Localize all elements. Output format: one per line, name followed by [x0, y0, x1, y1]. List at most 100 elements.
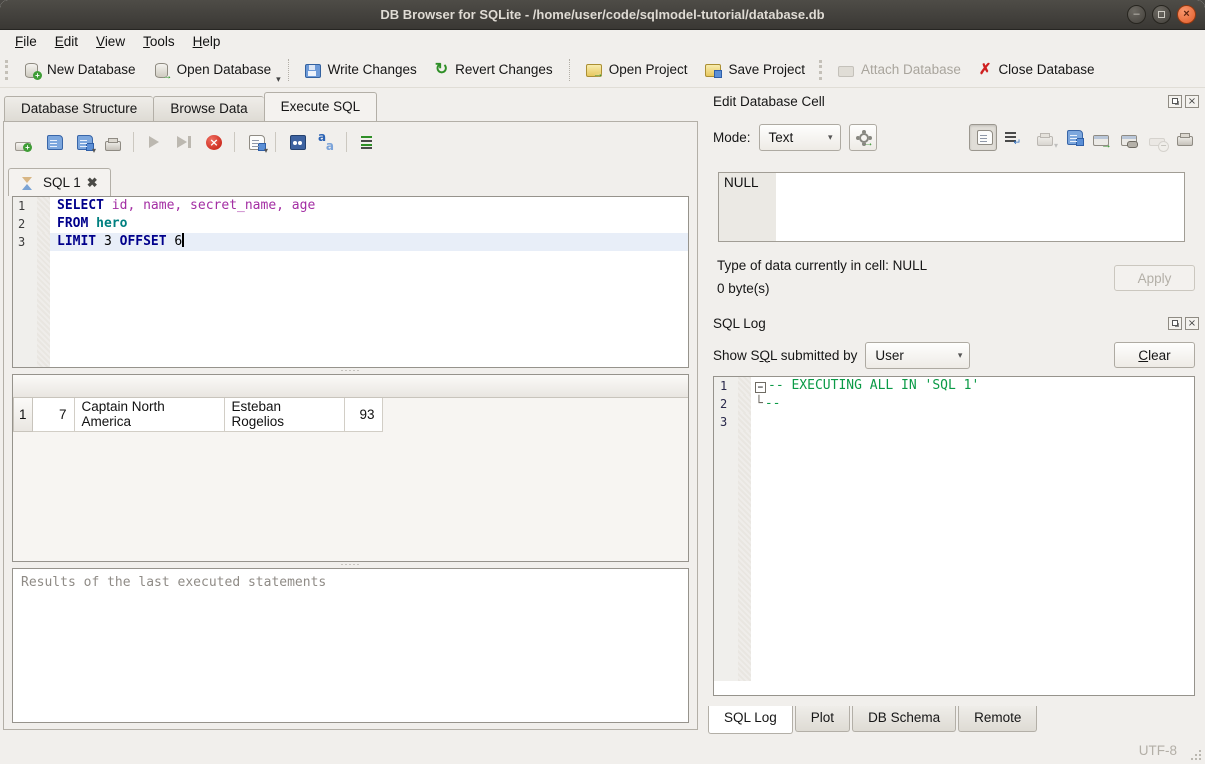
- find-button[interactable]: [283, 129, 309, 155]
- copy-link-button[interactable]: [1115, 124, 1143, 151]
- toolbar-grip[interactable]: [819, 60, 824, 80]
- print-cell-button[interactable]: [1171, 124, 1199, 151]
- dock-tab-plot[interactable]: Plot: [795, 706, 850, 732]
- dock-tab-remote[interactable]: Remote: [958, 706, 1037, 732]
- menu-edit[interactable]: Edit: [46, 32, 87, 51]
- menu-help[interactable]: Help: [184, 32, 230, 51]
- fold-collapse-icon[interactable]: −: [755, 382, 766, 393]
- new-database-button[interactable]: + New Database: [15, 58, 145, 82]
- sql-1-tab[interactable]: SQL 1 ✖: [8, 168, 111, 196]
- new-sql-tab-button[interactable]: +: [10, 129, 36, 155]
- cell-id[interactable]: 7: [32, 397, 74, 432]
- cell-mode-row: Mode: Text ▾ ▾: [713, 122, 1199, 152]
- execute-current-line-icon: [177, 136, 187, 148]
- save-project-button[interactable]: Save Project: [696, 58, 814, 81]
- execute-sql-panel: + ▾ ▾ SQL 1 ✖: [3, 121, 698, 730]
- cell-age[interactable]: 93: [344, 397, 382, 432]
- cell-secret-name[interactable]: Esteban Rogelios: [224, 397, 344, 432]
- float-panel-button[interactable]: [1168, 317, 1182, 330]
- editor-line: 2 FROM hero: [13, 215, 688, 233]
- maximize-icon: [1158, 11, 1165, 18]
- mode-select[interactable]: Text ▾: [759, 124, 841, 151]
- save-sql-file-button[interactable]: ▾: [70, 129, 96, 155]
- save-results-button[interactable]: ▾: [242, 129, 268, 155]
- open-database-button[interactable]: → Open Database: [145, 58, 281, 82]
- open-project-button[interactable]: → Open Project: [577, 58, 697, 81]
- word-wrap-button[interactable]: [997, 124, 1025, 151]
- close-database-button[interactable]: ✗ Close Database: [970, 58, 1104, 82]
- format-sql-icon: [359, 134, 375, 150]
- menu-tools[interactable]: Tools: [134, 32, 184, 51]
- toolbar-separator: [569, 59, 570, 81]
- open-external-button[interactable]: [1087, 124, 1115, 151]
- hourglass-icon: [21, 175, 37, 191]
- float-panel-button[interactable]: [1168, 95, 1182, 108]
- sql-tab-label: SQL 1: [43, 175, 81, 190]
- sql-log-view[interactable]: 1 −-- EXECUTING ALL IN 'SQL 1' 2 └-- 3: [713, 376, 1195, 696]
- edit-cell-title: Edit Database Cell: [713, 94, 825, 109]
- open-database-dropdown-caret[interactable]: ▾: [276, 74, 281, 87]
- resize-grip[interactable]: [1191, 750, 1201, 760]
- sql-toolbar-separator: [346, 132, 347, 152]
- titlebar: DB Browser for SQLite - /home/user/code/…: [0, 0, 1205, 30]
- open-sql-file-icon: [47, 135, 63, 150]
- write-changes-button[interactable]: Write Changes: [296, 58, 426, 81]
- execute-all-button: [141, 129, 167, 155]
- sql-editor[interactable]: 1 SELECT id, name, secret_name, age 2 FR…: [12, 196, 689, 368]
- export-data-button[interactable]: [1059, 124, 1087, 151]
- gear-icon: [855, 129, 871, 145]
- close-panel-button[interactable]: ×: [1185, 317, 1199, 330]
- float-icon: [1172, 98, 1178, 104]
- open-sql-file-button[interactable]: [40, 129, 66, 155]
- edit-cell-titlebar: Edit Database Cell ×: [713, 92, 1199, 110]
- sql-log-titlebar: SQL Log ×: [713, 314, 1199, 332]
- sql-tab-close-icon[interactable]: ✖: [87, 175, 98, 191]
- text-cursor: [182, 233, 184, 247]
- open-database-icon: →: [154, 62, 170, 78]
- print-sql-button[interactable]: [100, 129, 126, 155]
- maximize-button[interactable]: [1152, 5, 1171, 24]
- cell-name[interactable]: Captain North America: [74, 397, 224, 432]
- tab-browse-data[interactable]: Browse Data: [153, 96, 263, 122]
- dock-tab-sql-log[interactable]: SQL Log: [708, 706, 793, 734]
- results-message-pane: Results of the last executed statements: [12, 568, 689, 723]
- format-sql-button[interactable]: [354, 129, 380, 155]
- save-project-icon: [705, 64, 721, 77]
- close-panel-button[interactable]: ×: [1185, 95, 1199, 108]
- revert-changes-icon: ↻: [435, 62, 448, 78]
- menu-view[interactable]: View: [87, 32, 134, 51]
- auto-apply-button[interactable]: [849, 124, 877, 151]
- cell-value-editor[interactable]: NULL: [718, 172, 1185, 242]
- print-icon: [105, 141, 121, 151]
- tab-execute-sql[interactable]: Execute SQL: [264, 92, 378, 122]
- menu-file[interactable]: File: [6, 32, 46, 51]
- stop-execution-button[interactable]: [201, 129, 227, 155]
- row-header[interactable]: 1: [14, 397, 33, 432]
- left-pane: Database Structure Browse Data Execute S…: [0, 88, 703, 738]
- log-line: 3: [714, 413, 1194, 431]
- log-filter-select[interactable]: User ▾: [865, 342, 970, 369]
- text-mode-button[interactable]: [969, 124, 997, 151]
- attach-database-button: Attach Database: [829, 58, 970, 81]
- sql-tabbar: SQL 1 ✖: [8, 166, 111, 196]
- import-icon: [1037, 136, 1053, 146]
- minimize-button[interactable]: –: [1127, 5, 1146, 24]
- menubar: File Edit View Tools Help: [0, 30, 1205, 52]
- editor-line: 1 SELECT id, name, secret_name, age: [13, 197, 688, 215]
- tab-database-structure[interactable]: Database Structure: [4, 96, 153, 122]
- statusbar: UTF-8: [0, 738, 1205, 764]
- sql-toolbar-separator: [275, 132, 276, 152]
- execute-current-line-button: [171, 129, 197, 155]
- sql-log-controls: Show SQL submitted by User ▾ Clear: [713, 340, 1195, 370]
- right-dock: Edit Database Cell × Mode: Text ▾ ▾ NULL: [705, 88, 1205, 738]
- replace-button[interactable]: [313, 129, 339, 155]
- cell-size-info: 0 byte(s): [717, 281, 770, 296]
- dock-tab-db-schema[interactable]: DB Schema: [852, 706, 956, 732]
- toolbar-grip[interactable]: [5, 60, 10, 80]
- close-button[interactable]: ×: [1177, 5, 1196, 24]
- window-title: DB Browser for SQLite - /home/user/code/…: [0, 0, 1205, 30]
- revert-changes-button[interactable]: ↻ Revert Changes: [426, 58, 562, 82]
- sql-log-title: SQL Log: [713, 316, 766, 331]
- clear-log-button[interactable]: Clear: [1114, 342, 1195, 368]
- cell-type-info: Type of data currently in cell: NULL: [717, 258, 927, 273]
